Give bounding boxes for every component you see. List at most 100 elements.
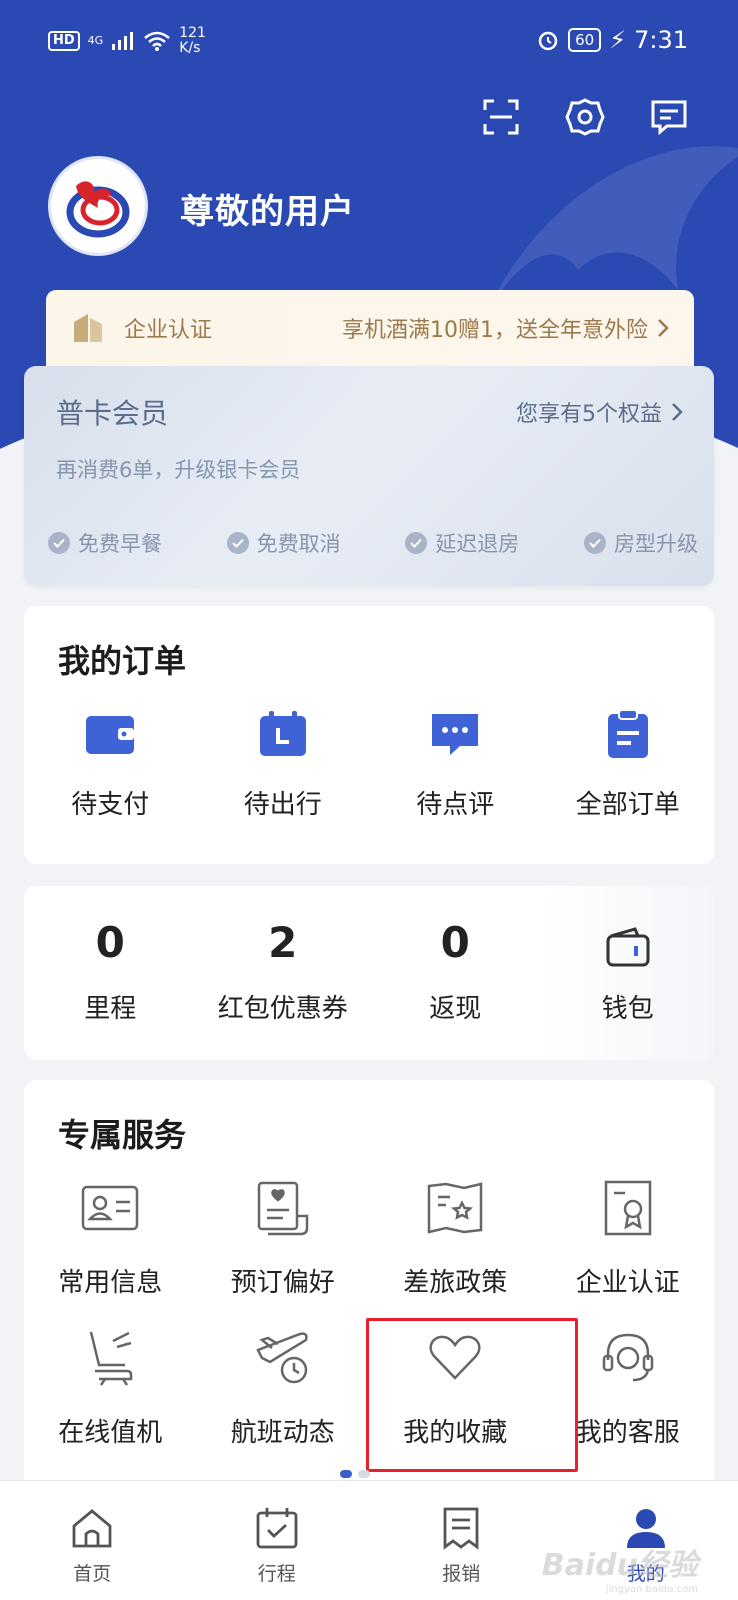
order-all[interactable]: 全部订单 [542, 706, 715, 821]
check-circle-icon [583, 532, 606, 554]
preference-icon [257, 1181, 308, 1236]
perk-item: 免费取消 [226, 528, 341, 558]
home-icon [72, 1509, 112, 1548]
coupon-label: 红包优惠券 [217, 994, 348, 1024]
mileage-label: 里程 [84, 994, 137, 1024]
headset-icon [602, 1333, 653, 1382]
cashback-stat[interactable]: 0 返现 [369, 886, 542, 1060]
check-circle-icon [405, 532, 428, 554]
tab-label: 报销 [442, 1563, 481, 1585]
enterprise-promo-text: 享机酒满10赠1，送全年意外险 [342, 318, 648, 343]
mileage-value: 0 [95, 918, 125, 967]
flight-status-icon [256, 1332, 308, 1384]
service-flight-status[interactable]: 航班动态 [197, 1326, 370, 1449]
membership-card[interactable]: 普卡会员 您享有5个权益 再消费6单，升级银卡会员 免费早餐 免费取消 延迟退房… [24, 366, 714, 586]
tab-itinerary[interactable]: 行程 [185, 1481, 370, 1600]
itinerary-icon [256, 1508, 298, 1549]
watermark-text: Baidu经验 [541, 1548, 698, 1583]
header-actions [480, 96, 690, 138]
perk-item: 延迟退房 [405, 528, 519, 558]
order-pending-payment[interactable]: 待支付 [24, 706, 197, 821]
scan-icon [483, 99, 519, 135]
service-travel-policy[interactable]: 差旅政策 [369, 1176, 542, 1299]
service-common-info[interactable]: 常用信息 [24, 1176, 197, 1299]
wallet-icon [86, 716, 135, 754]
tab-label: 行程 [257, 1563, 296, 1585]
page-indicator [340, 1470, 370, 1478]
enterprise-verification-banner[interactable]: 企业认证 享机酒满10赠1，送全年意外险 [46, 290, 694, 366]
seat-checkin-icon [90, 1331, 133, 1386]
check-circle-icon [48, 532, 70, 554]
brand-logo-icon [66, 181, 130, 238]
service-label: 我的客服 [575, 1418, 680, 1448]
perk-item: 房型升级 [583, 528, 698, 558]
perk-label: 免费早餐 [78, 532, 162, 556]
assets-card: 0 里程 2 红包优惠券 0 返现 钱包 [24, 886, 714, 1060]
orders-title: 我的订单 [58, 642, 187, 680]
cashback-label: 返现 [429, 994, 482, 1024]
order-label: 全部订单 [575, 790, 680, 820]
member-upgrade-hint: 再消费6单，升级银卡会员 [56, 458, 301, 482]
certificate-icon [604, 1180, 651, 1236]
tab-home[interactable]: 首页 [0, 1481, 185, 1600]
service-label: 差旅政策 [403, 1268, 508, 1298]
building-icon [74, 314, 102, 342]
comment-icon [432, 714, 479, 755]
network-speed: 121 K/s [179, 25, 206, 56]
mileage-stat[interactable]: 0 里程 [24, 886, 197, 1060]
order-label: 待出行 [243, 790, 322, 820]
member-benefits-link[interactable]: 您享有5个权益 [516, 396, 684, 428]
check-circle-icon [226, 532, 249, 554]
id-card-icon [82, 1185, 139, 1231]
order-label: 待支付 [71, 790, 150, 820]
order-upcoming-trip[interactable]: 待出行 [197, 706, 370, 821]
wallet-outline-icon [606, 927, 650, 967]
chevron-right-icon [658, 319, 669, 337]
username[interactable]: 尊敬的用户 [180, 184, 355, 233]
avatar[interactable] [48, 156, 148, 256]
orders-grid: 待支付 待出行 待点评 全部订单 [24, 706, 714, 821]
page-dot-active [340, 1470, 352, 1478]
network-type: 4G [87, 34, 104, 47]
service-booking-preference[interactable]: 预订偏好 [197, 1176, 370, 1299]
coupon-value: 2 [268, 918, 298, 967]
policy-map-icon [428, 1182, 483, 1234]
wifi-icon [144, 31, 171, 51]
battery-level: 60 [568, 28, 602, 52]
wallet-entry[interactable]: 钱包 [541, 886, 714, 1060]
perk-label: 免费取消 [256, 532, 341, 556]
enterprise-title: 企业认证 [124, 318, 213, 343]
member-perks: 免费早餐 免费取消 延迟退房 房型升级 [48, 528, 698, 558]
service-label: 航班动态 [230, 1418, 335, 1448]
order-label: 待点评 [416, 790, 495, 820]
tab-reimbursement[interactable]: 报销 [369, 1481, 554, 1600]
enterprise-promo[interactable]: 享机酒满10赠1，送全年意外险 [342, 312, 670, 344]
highlight-box [366, 1318, 578, 1472]
assets-grid: 0 里程 2 红包优惠券 0 返现 钱包 [24, 886, 714, 1060]
service-online-checkin[interactable]: 在线值机 [24, 1326, 197, 1449]
service-label: 企业认证 [575, 1268, 680, 1298]
messages-button[interactable] [648, 96, 690, 138]
hd-badge: HD [48, 31, 80, 51]
clock-time: 7:31 [634, 26, 688, 54]
my-orders-card: 我的订单 待支付 待出行 待点评 全部订单 [24, 606, 714, 864]
perk-label: 延迟退房 [435, 532, 520, 556]
watermark-sub: jingyan.baidu.com [605, 1584, 698, 1595]
service-label: 预订偏好 [230, 1268, 335, 1298]
member-benefits-text: 您享有5个权益 [516, 402, 662, 427]
service-enterprise-verification[interactable]: 企业认证 [542, 1176, 715, 1299]
coupon-stat[interactable]: 2 红包优惠券 [197, 886, 370, 1060]
services-row-1: 常用信息 预订偏好 差旅政策 企业认证 [24, 1176, 714, 1299]
service-label: 常用信息 [58, 1268, 163, 1298]
page-dot [358, 1470, 370, 1478]
wallet-label: 钱包 [601, 994, 654, 1024]
message-icon [651, 100, 687, 136]
order-pending-review[interactable]: 待点评 [369, 706, 542, 821]
alarm-icon [538, 31, 558, 51]
signal-icon [112, 32, 134, 50]
gear-icon [565, 98, 605, 136]
chevron-right-icon [672, 403, 683, 421]
scan-button[interactable] [480, 96, 522, 138]
member-level: 普卡会员 [56, 397, 169, 430]
settings-button[interactable] [564, 96, 606, 138]
